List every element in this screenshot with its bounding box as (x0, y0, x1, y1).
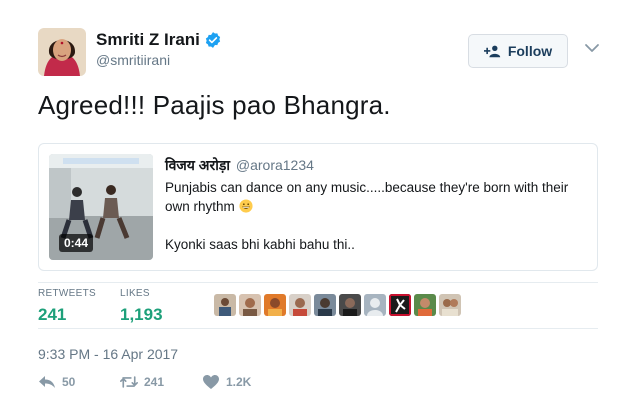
video-thumbnail[interactable]: 0:44 (49, 154, 153, 260)
follow-button-label: Follow (507, 43, 553, 59)
user-avatar[interactable] (38, 28, 86, 76)
quote-text-line-1: Punjabis can dance on any music.....beca… (165, 180, 569, 214)
tweet-timestamp[interactable]: 9:33 PM - 16 Apr 2017 (38, 346, 178, 362)
liker-avatars (214, 294, 461, 316)
liker-avatar[interactable] (389, 294, 411, 316)
video-duration: 0:44 (59, 234, 94, 252)
like-button[interactable]: 1.2K (202, 374, 251, 390)
retweet-icon (120, 376, 138, 388)
liker-avatar[interactable] (339, 294, 361, 316)
likes-value: 1,193 (120, 305, 163, 324)
like-count: 1.2K (226, 375, 252, 389)
retweet-button[interactable]: 241 (120, 374, 164, 390)
reply-icon (39, 376, 55, 388)
retweets-label: RETWEETS (38, 288, 96, 299)
grinning-face-icon (238, 199, 253, 213)
retweet-count: 241 (144, 375, 165, 389)
quote-author-row[interactable]: विजय अरोड़ा @arora1234 (165, 156, 314, 175)
user-handle[interactable]: @smritiirani (96, 52, 170, 68)
retweets-stat[interactable]: RETWEETS 241 (38, 288, 96, 325)
liker-avatar[interactable] (264, 294, 286, 316)
heart-icon (203, 375, 219, 389)
quoted-tweet[interactable]: 0:44 विजय अरोड़ा @arora1234 Punjabis can… (38, 143, 598, 271)
quote-text-line: Punjabis can dance on any music.....beca… (165, 178, 585, 216)
divider (38, 328, 598, 329)
likes-stat[interactable]: LIKES 1,193 (120, 288, 163, 325)
tweet-text: Agreed!!! Paajis pao Bhangra. (38, 90, 391, 120)
quote-text: Punjabis can dance on any music.....beca… (165, 178, 585, 254)
quote-text-line: Kyonki saas bhi kabhi bahu thi.. (165, 237, 355, 252)
reply-count: 50 (62, 375, 76, 389)
add-user-icon (483, 45, 501, 58)
likes-label: LIKES (120, 288, 150, 299)
liker-avatar[interactable] (439, 294, 461, 316)
follow-button[interactable]: Follow (468, 34, 568, 68)
divider (38, 282, 598, 283)
verified-badge-icon (205, 32, 221, 48)
retweets-value: 241 (38, 305, 67, 324)
liker-avatar[interactable] (414, 294, 436, 316)
quote-author-handle: @arora1234 (235, 157, 314, 173)
liker-avatar[interactable] (314, 294, 336, 316)
liker-avatar[interactable] (214, 294, 236, 316)
chevron-down-icon[interactable] (584, 42, 600, 54)
liker-avatar[interactable] (239, 294, 261, 316)
reply-button[interactable]: 50 (38, 374, 75, 390)
quote-author-name: विजय अरोड़ा (165, 157, 230, 173)
user-name[interactable]: Smriti Z Irani (96, 30, 200, 50)
user-name-row[interactable]: Smriti Z Irani (96, 30, 222, 50)
liker-avatar[interactable] (289, 294, 311, 316)
liker-avatar[interactable] (364, 294, 386, 316)
